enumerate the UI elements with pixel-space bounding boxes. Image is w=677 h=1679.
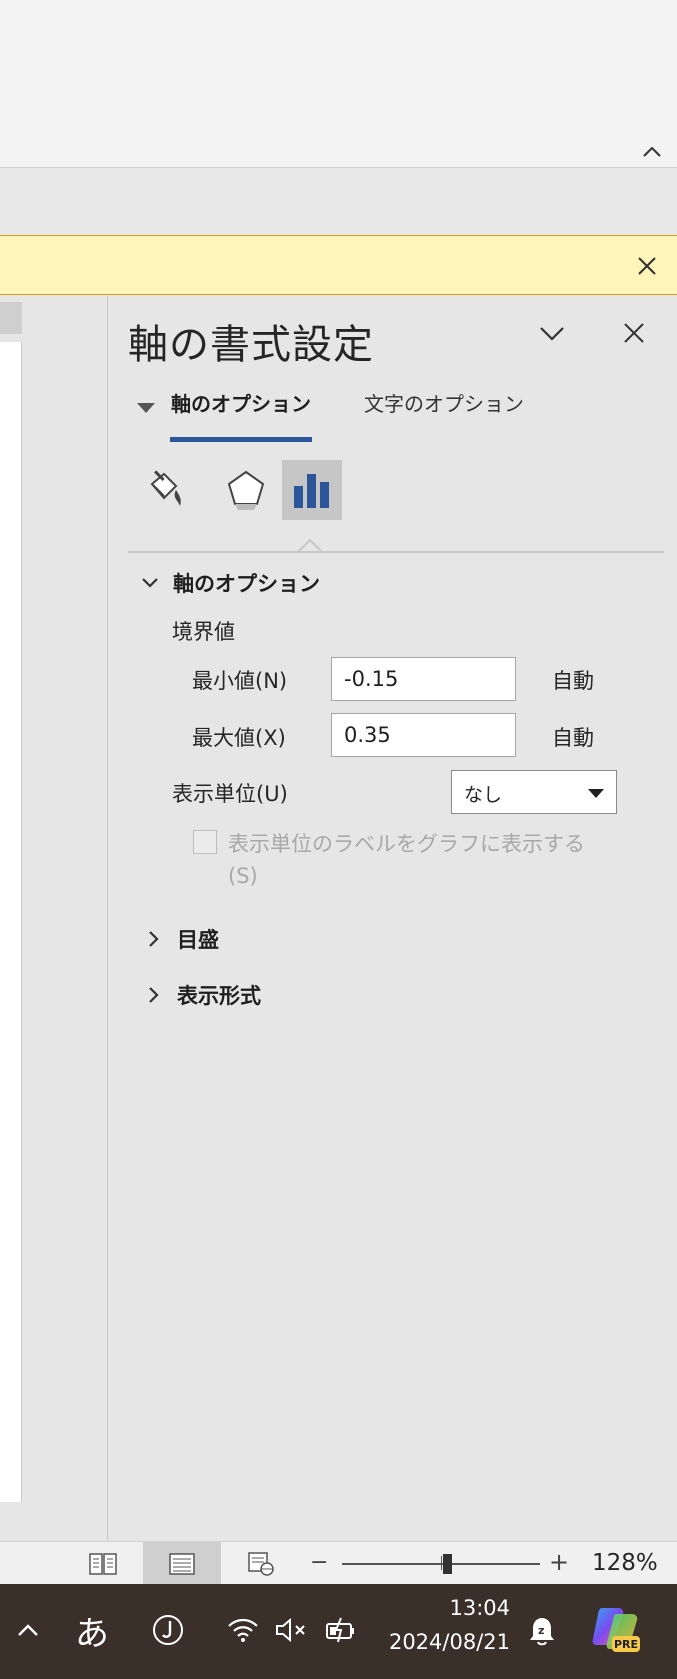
section-number-format[interactable]: 表示形式 bbox=[143, 980, 261, 1010]
copilot-icon[interactable]: PRE bbox=[588, 1602, 642, 1656]
tab-text-options[interactable]: 文字のオプション bbox=[364, 388, 524, 417]
tab-axis-options[interactable]: 軸のオプション bbox=[171, 388, 311, 417]
section-label: 表示形式 bbox=[177, 984, 261, 1008]
ime-pad-icon[interactable] bbox=[148, 1608, 188, 1652]
zoom-in-button[interactable]: + bbox=[549, 1548, 569, 1576]
show-units-label: 表示単位のラベルをグラフに表示する (S) bbox=[228, 832, 585, 888]
zoom-center-mark bbox=[441, 1556, 442, 1570]
close-icon[interactable] bbox=[635, 254, 659, 278]
tab-menu-arrow-icon[interactable] bbox=[137, 403, 155, 413]
document-area bbox=[0, 296, 108, 1541]
section-label: 軸のオプション bbox=[173, 572, 320, 596]
battery-charging-icon[interactable] bbox=[322, 1612, 362, 1648]
document-page[interactable] bbox=[0, 342, 22, 1502]
bounds-label: 境界値 bbox=[172, 620, 235, 644]
tab-active-indicator bbox=[170, 437, 312, 442]
minimum-auto-button[interactable]: 自動 bbox=[552, 665, 594, 695]
format-axis-pane: 軸の書式設定 軸のオプション 文字のオプション 軸のオプション 境界値 最小値(… bbox=[109, 296, 677, 1541]
section-label: 目盛 bbox=[177, 928, 219, 952]
zoom-out-button[interactable]: − bbox=[310, 1550, 328, 1575]
display-units-value: なし bbox=[464, 784, 503, 806]
pane-title: 軸の書式設定 bbox=[128, 322, 374, 368]
ribbon-area bbox=[0, 0, 677, 168]
clock-time[interactable]: 13:04 bbox=[380, 1596, 510, 1620]
status-bar: − + 128% bbox=[0, 1541, 677, 1585]
svg-text:z: z bbox=[538, 1624, 544, 1637]
maximum-field[interactable] bbox=[331, 713, 516, 757]
notification-bell-icon[interactable]: z bbox=[524, 1612, 560, 1648]
ribbon-gap bbox=[0, 169, 677, 235]
chevron-right-icon bbox=[143, 984, 165, 1006]
chevron-right-icon bbox=[143, 928, 165, 950]
display-units-label: 表示単位(U) bbox=[172, 782, 288, 806]
ime-mode-indicator[interactable]: あ bbox=[70, 1606, 114, 1654]
maximum-label: 最大値(X) bbox=[192, 726, 286, 750]
axis-options-icon[interactable] bbox=[282, 460, 342, 520]
section-tick-marks[interactable]: 目盛 bbox=[143, 924, 219, 954]
chevron-up-icon[interactable] bbox=[10, 1612, 46, 1648]
fill-line-icon[interactable] bbox=[134, 460, 194, 520]
wifi-icon[interactable] bbox=[225, 1612, 261, 1648]
tab-pointer bbox=[298, 538, 322, 553]
maximum-auto-button[interactable]: 自動 bbox=[552, 722, 594, 752]
chevron-down-icon bbox=[139, 572, 161, 594]
volume-muted-icon[interactable] bbox=[272, 1612, 312, 1648]
info-bar bbox=[0, 235, 677, 295]
zoom-percent[interactable]: 128% bbox=[592, 1550, 658, 1576]
web-layout-icon[interactable] bbox=[222, 1542, 300, 1585]
taskbar: あ 13:04 2024/08/21 z PRE bbox=[0, 1584, 677, 1679]
divider bbox=[128, 551, 664, 553]
effects-icon[interactable] bbox=[216, 460, 276, 520]
show-units-checkbox[interactable] bbox=[193, 830, 217, 854]
display-units-select[interactable]: なし bbox=[451, 770, 617, 814]
section-axis-options[interactable]: 軸のオプション bbox=[139, 568, 320, 598]
scrollbar[interactable] bbox=[0, 302, 22, 334]
minimum-label: 最小値(N) bbox=[192, 669, 288, 693]
print-layout-icon[interactable] bbox=[143, 1542, 221, 1585]
dropdown-caret-icon bbox=[588, 789, 604, 798]
close-icon[interactable] bbox=[619, 318, 649, 348]
copilot-badge: PRE bbox=[614, 1638, 638, 1651]
clock-date[interactable]: 2024/08/21 bbox=[380, 1630, 510, 1654]
minimum-field[interactable] bbox=[331, 657, 516, 701]
chevron-up-icon[interactable] bbox=[641, 144, 663, 160]
chevron-down-icon[interactable] bbox=[535, 318, 569, 348]
zoom-slider-thumb[interactable] bbox=[443, 1554, 452, 1574]
read-mode-icon[interactable] bbox=[64, 1542, 142, 1585]
